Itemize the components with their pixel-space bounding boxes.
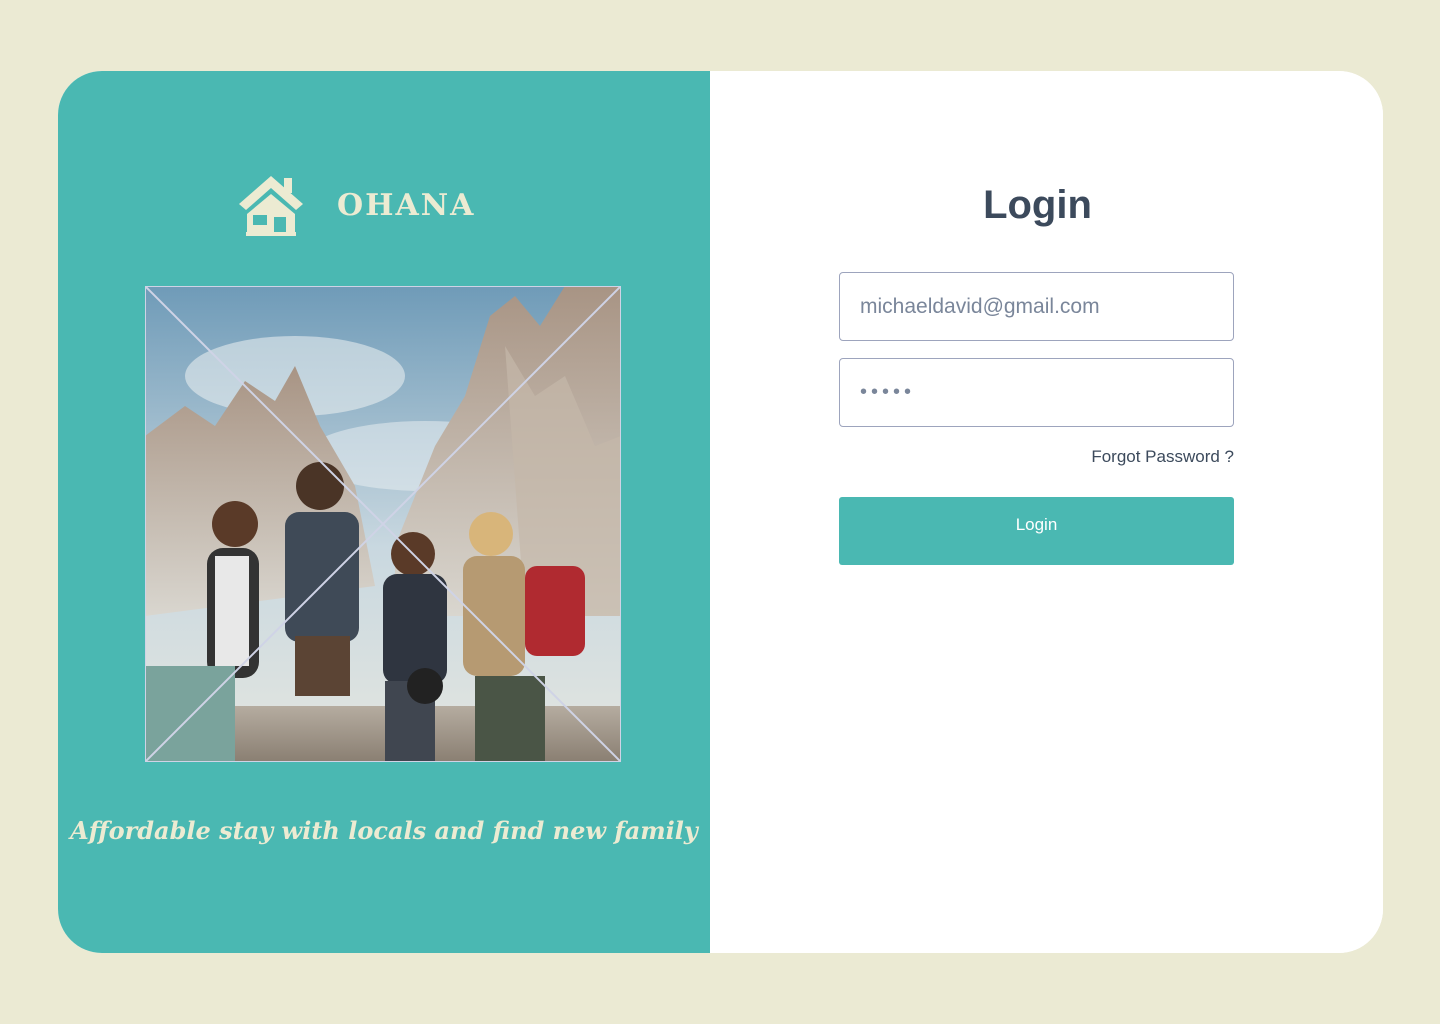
login-title: Login (983, 183, 1092, 227)
password-field[interactable] (839, 358, 1234, 427)
tagline: Affordable stay with locals and find new… (70, 816, 698, 845)
email-field[interactable] (839, 272, 1234, 341)
house-icon (239, 176, 303, 236)
forgot-password-link[interactable]: Forgot Password ? (839, 447, 1234, 467)
brand-name: OHANA (337, 188, 476, 223)
login-button[interactable]: Login (839, 497, 1234, 565)
brand-panel: OHANA Affordable stay with locals and fi… (58, 71, 710, 953)
brand-logo: OHANA (238, 173, 475, 239)
login-card: OHANA Affordable stay with locals and fi… (58, 71, 1383, 953)
login-panel: Login Forgot Password ? Login (710, 71, 1383, 953)
hero-image (145, 286, 621, 762)
